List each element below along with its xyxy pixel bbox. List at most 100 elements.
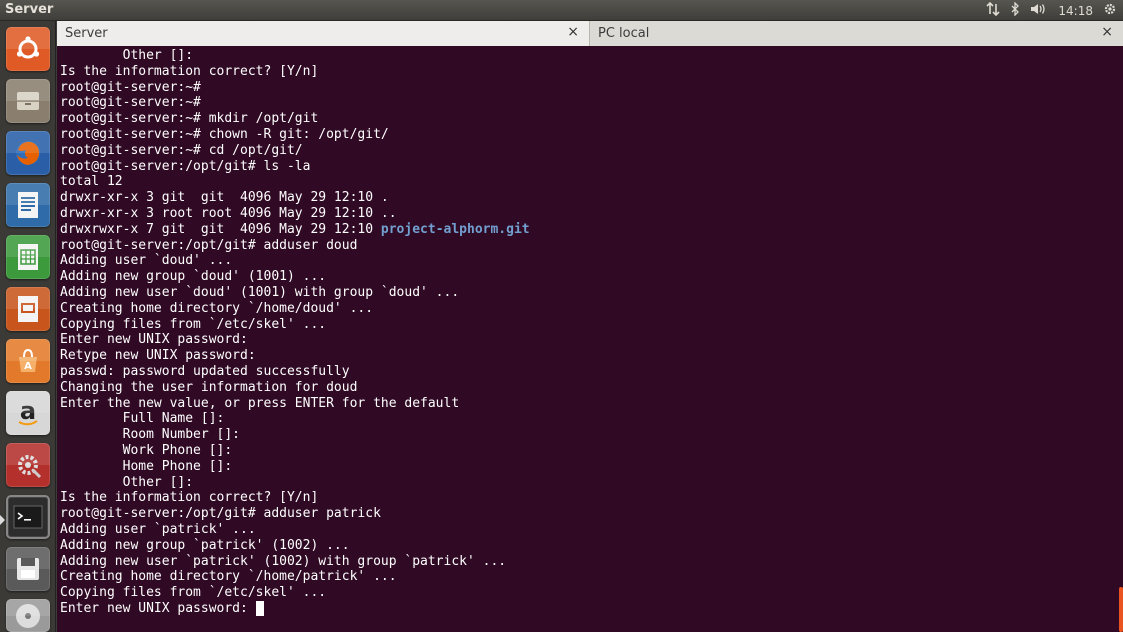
terminal-line: total 12: [60, 174, 1110, 190]
clock[interactable]: 14:18: [1058, 4, 1093, 18]
terminal-line: root@git-server:~# chown -R git: /opt/gi…: [60, 127, 1110, 143]
volume-icon[interactable]: [1030, 2, 1048, 19]
terminal-line: Adding new group `doud' (1001) ...: [60, 269, 1110, 285]
svg-text:A: A: [24, 361, 32, 372]
close-icon[interactable]: ×: [1101, 24, 1113, 40]
launcher: A a: [0, 21, 56, 632]
terminal-line-text: Home Phone []:: [60, 458, 233, 474]
terminal-line: drwxr-xr-x 3 git git 4096 May 29 12:10 .: [60, 190, 1110, 206]
dash-home-icon[interactable]: [6, 27, 50, 71]
amazon-icon[interactable]: a: [6, 391, 50, 435]
active-app-marker: [0, 515, 5, 525]
tab-bar: Server × PC local ×: [57, 21, 1123, 46]
terminal-line-text: drwxr-xr-x 3 git git 4096 May 29 12:10 .: [60, 190, 389, 206]
terminal-line-text: root@git-server:~# cd /opt/git/: [60, 142, 303, 158]
app-title: Server: [5, 2, 54, 17]
writer-icon[interactable]: [6, 183, 50, 227]
terminal-line-text: Enter the new value, or press ENTER for …: [60, 395, 460, 411]
terminal-line-text: root@git-server:~#: [60, 95, 201, 111]
terminal-line-text: Enter new UNIX password:: [60, 600, 256, 616]
terminal-output[interactable]: Other []: Is the information correct? [Y/…: [60, 48, 1110, 632]
terminal-line-text: Adding new user `doud' (1001) with group…: [60, 284, 460, 300]
calc-icon[interactable]: [6, 235, 50, 279]
terminal-line-text: Other []:: [60, 48, 194, 63]
terminal-line: passwd: password updated successfully: [60, 364, 1110, 380]
terminal-line: Copying files from `/etc/skel' ...: [60, 317, 1110, 333]
terminal-line: root@git-server:~#: [60, 95, 1110, 111]
system-settings-icon[interactable]: [6, 443, 50, 487]
terminal-line: Retype new UNIX password:: [60, 348, 1110, 364]
close-icon[interactable]: ×: [567, 24, 579, 40]
text-cursor: [255, 600, 264, 616]
terminal-line: Adding new group `patrick' (1002) ...: [60, 538, 1110, 554]
terminal-line: Adding new user `patrick' (1002) with gr…: [60, 554, 1110, 570]
terminal-line-text: Adding new group `doud' (1001) ...: [60, 269, 327, 285]
terminal-line-text: Adding new group `patrick' (1002) ...: [60, 537, 350, 553]
scrollbar[interactable]: [1119, 587, 1123, 632]
terminal-line: drwxr-xr-x 3 root root 4096 May 29 12:10…: [60, 206, 1110, 222]
directory-entry: project-alphorm.git: [380, 221, 530, 237]
terminal-line: Creating home directory `/home/doud' ...: [60, 301, 1110, 317]
terminal-line: Room Number []:: [60, 427, 1110, 443]
terminal-window: Server × PC local × Other []: Is the info…: [57, 21, 1123, 632]
floppy-disk-icon[interactable]: [6, 547, 50, 591]
terminal-line: Adding user `patrick' ...: [60, 522, 1110, 538]
dvd-icon[interactable]: [6, 599, 50, 632]
terminal-line-text: Creating home directory `/home/doud' ...: [60, 300, 374, 316]
terminal-line-text: Room Number []:: [60, 427, 241, 443]
terminal-line: Creating home directory `/home/patrick' …: [60, 569, 1110, 585]
terminal-line: Adding user `doud' ...: [60, 253, 1110, 269]
terminal-line-text: Creating home directory `/home/patrick' …: [60, 569, 397, 585]
terminal-line-text: drwxrwxr-x 7 git git 4096 May 29 12:10: [60, 221, 381, 237]
terminal-line: Changing the user information for doud: [60, 380, 1110, 396]
terminal-line-text: Changing the user information for doud: [60, 379, 358, 395]
tab-server[interactable]: Server ×: [57, 21, 590, 46]
software-center-icon[interactable]: A: [6, 339, 50, 383]
terminal-line-text: root@git-server:~#: [60, 79, 201, 95]
terminal-line-text: total 12: [60, 174, 123, 190]
terminal-line: root@git-server:~#: [60, 80, 1110, 96]
terminal-line: root@git-server:/opt/git# ls -la: [60, 159, 1110, 175]
terminal-line: Adding new user `doud' (1001) with group…: [60, 285, 1110, 301]
terminal-line: Copying files from `/etc/skel' ...: [60, 585, 1110, 601]
impress-icon[interactable]: [6, 287, 50, 331]
terminal-line: root@git-server:/opt/git# adduser patric…: [60, 506, 1110, 522]
terminal-line-text: Adding user `patrick' ...: [60, 521, 256, 537]
terminal-line: root@git-server:~# mkdir /opt/git: [60, 111, 1110, 127]
terminal-line: Is the information correct? [Y/n]: [60, 64, 1110, 80]
terminal-line-text: Enter new UNIX password:: [60, 332, 248, 348]
terminal-line: Other []:: [60, 475, 1110, 491]
bluetooth-icon[interactable]: [1010, 1, 1020, 19]
terminal-line-text: Is the information correct? [Y/n]: [60, 490, 319, 506]
terminal-line-text: root@git-server:~# chown -R git: /opt/gi…: [60, 126, 389, 142]
tab-pc-local[interactable]: PC local ×: [590, 21, 1123, 46]
terminal-line: root@git-server:~# cd /opt/git/: [60, 143, 1110, 159]
terminal-line-text: Retype new UNIX password:: [60, 348, 256, 364]
terminal-line-text: root@git-server:/opt/git# adduser doud: [60, 237, 358, 253]
firefox-icon[interactable]: [6, 131, 50, 175]
terminal-line: Is the information correct? [Y/n]: [60, 490, 1110, 506]
terminal-line: Enter new UNIX password:: [60, 600, 1110, 617]
terminal-line-text: drwxr-xr-x 3 root root 4096 May 29 12:10…: [60, 205, 397, 221]
terminal-line-text: root@git-server:/opt/git# adduser patric…: [60, 506, 381, 522]
files-icon[interactable]: [6, 79, 50, 123]
terminal-line-text: Work Phone []:: [60, 442, 233, 458]
terminal-line-text: Copying files from `/etc/skel' ...: [60, 585, 327, 601]
terminal-line: Work Phone []:: [60, 443, 1110, 459]
terminal-line-text: Copying files from `/etc/skel' ...: [60, 316, 327, 332]
terminal-line: drwxrwxr-x 7 git git 4096 May 29 12:10 p…: [60, 222, 1110, 238]
gear-icon[interactable]: [1103, 2, 1117, 19]
system-tray: 14:18: [986, 1, 1117, 19]
terminal-icon[interactable]: [6, 495, 50, 539]
tab-label: Server: [65, 26, 108, 41]
terminal-line-text: Adding new user `patrick' (1002) with gr…: [60, 553, 507, 569]
network-transfer-icon[interactable]: [986, 1, 1000, 19]
terminal-line: root@git-server:/opt/git# adduser doud: [60, 238, 1110, 254]
terminal-line: Full Name []:: [60, 411, 1110, 427]
terminal-line-text: Other []:: [60, 474, 194, 490]
terminal-line-text: root@git-server:/opt/git# ls -la: [60, 158, 311, 174]
terminal-line: Home Phone []:: [60, 459, 1110, 475]
tab-label: PC local: [598, 26, 650, 41]
terminal-line: Enter the new value, or press ENTER for …: [60, 396, 1110, 412]
terminal-line-text: Adding user `doud' ...: [60, 253, 233, 269]
